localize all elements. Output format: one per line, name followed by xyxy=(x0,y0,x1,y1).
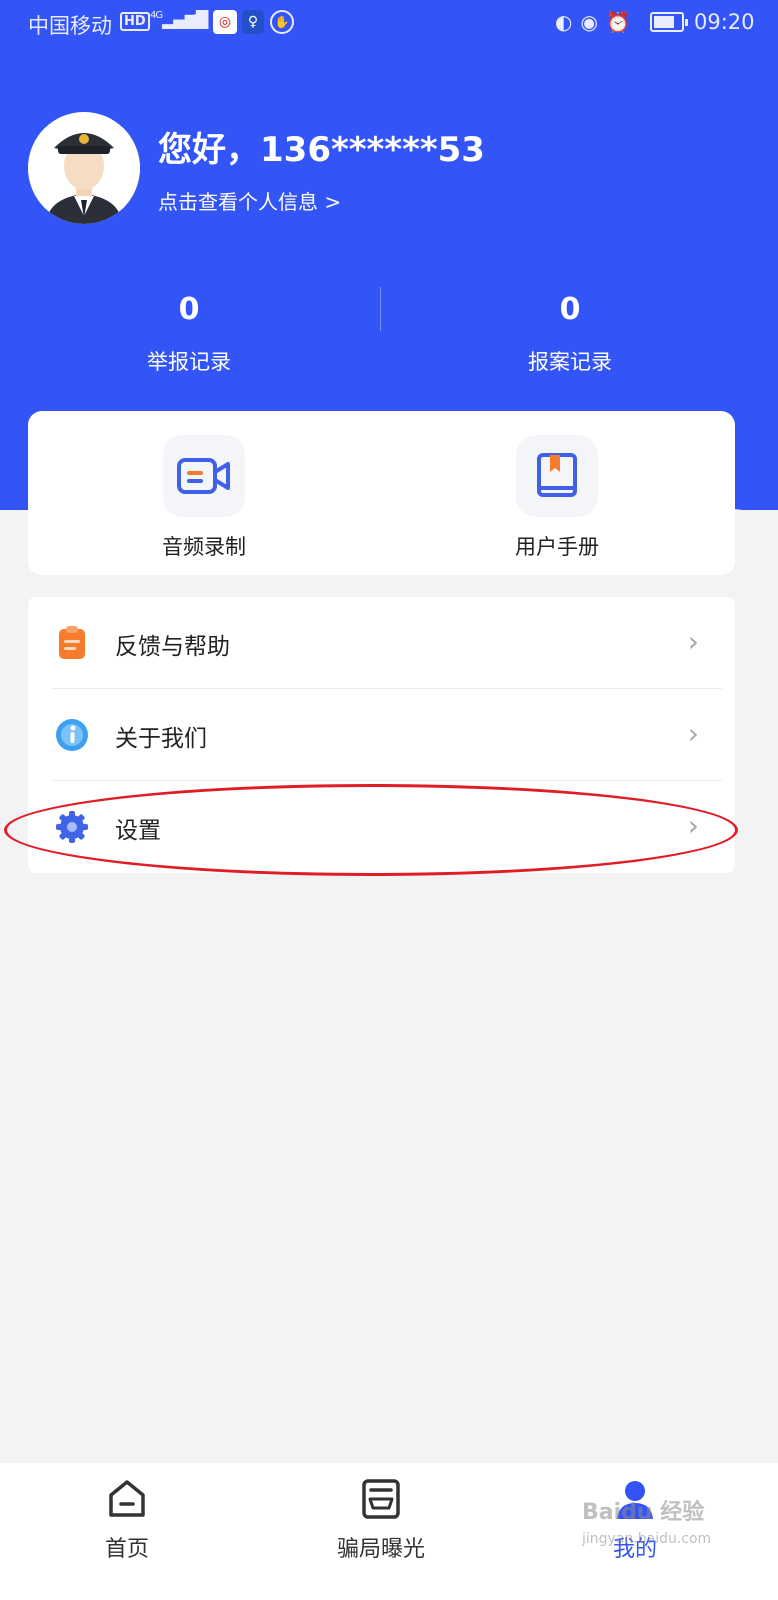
audio-recording-label: 音频录制 xyxy=(162,535,246,559)
wifi-icon: ◠ xyxy=(188,8,206,32)
watermark-title: Baidu 经验 xyxy=(582,1500,705,1525)
menu-item-settings[interactable]: 设置 › xyxy=(28,781,735,873)
menu-item-about-us[interactable]: 关于我们 › xyxy=(28,689,735,781)
exposure-icon xyxy=(359,1477,403,1521)
stat-report-records[interactable]: 0 举报记录 xyxy=(94,290,284,376)
info-icon xyxy=(54,717,90,753)
baidu-watermark: Baidu 经验 jingyan.baidu.com xyxy=(582,1500,711,1552)
quick-actions-card: 音频录制 用户手册 xyxy=(28,411,735,575)
hand-notification-icon: ✋ xyxy=(270,10,294,34)
menu-list: 反馈与帮助 › 关于我们 › 设置 › xyxy=(28,597,735,873)
home-icon xyxy=(105,1477,149,1521)
battery-icon xyxy=(650,12,688,32)
tab-label: 骗局曝光 xyxy=(336,1537,425,1562)
carrier-name: 中国移动 xyxy=(28,14,112,38)
user-manual-label: 用户手册 xyxy=(515,535,599,559)
greeting-title: 您好，136******53 xyxy=(158,130,485,170)
case-label: 报案记录 xyxy=(528,350,612,374)
menu-label: 反馈与帮助 xyxy=(115,634,230,660)
clock: 09:20 xyxy=(694,10,755,34)
avatar[interactable] xyxy=(28,112,140,224)
audio-recording-button[interactable]: 音频录制 xyxy=(114,435,294,561)
chevron-right-icon: › xyxy=(687,809,699,842)
chevron-right-icon: › xyxy=(687,717,699,750)
chevron-right-icon: › xyxy=(687,625,699,658)
tab-label: 首页 xyxy=(104,1537,149,1562)
menu-label: 设置 xyxy=(115,818,161,844)
bulb-notification-icon: ♀ xyxy=(242,10,264,34)
app-notification-icon: ◎ xyxy=(213,10,237,34)
view-profile-link[interactable]: 点击查看个人信息 > xyxy=(158,186,341,215)
report-label: 举报记录 xyxy=(147,350,231,374)
gear-icon xyxy=(54,809,90,845)
officer-avatar-illustration xyxy=(28,112,140,224)
stats-divider xyxy=(380,287,381,331)
book-icon xyxy=(516,435,598,517)
case-count: 0 xyxy=(559,292,581,327)
menu-label: 关于我们 xyxy=(115,726,207,752)
system-status-icons: ◐◉⏰ xyxy=(555,10,639,34)
report-count: 0 xyxy=(178,292,200,327)
clipboard-icon xyxy=(54,625,90,661)
stat-case-records[interactable]: 0 报案记录 xyxy=(475,290,665,376)
tab-home[interactable]: 首页 xyxy=(52,1477,202,1563)
watermark-url: jingyan.baidu.com xyxy=(582,1531,712,1547)
tab-scam-exposure[interactable]: 骗局曝光 xyxy=(306,1477,456,1563)
hd-badge: HD xyxy=(120,12,150,31)
network-type: 4G xyxy=(150,10,163,21)
menu-item-feedback-help[interactable]: 反馈与帮助 › xyxy=(28,597,735,689)
status-bar: 中国移动 HD 4G▂▄▆█ ◠ ◎ ♀ ✋ ◐◉⏰ 09:20 xyxy=(0,0,778,48)
user-manual-button[interactable]: 用户手册 xyxy=(467,435,647,561)
video-camera-icon xyxy=(163,435,245,517)
